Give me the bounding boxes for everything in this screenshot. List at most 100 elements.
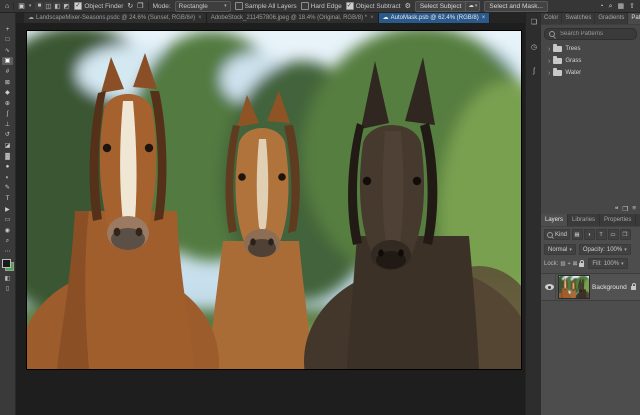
- tab-close-icon[interactable]: ×: [369, 15, 374, 21]
- select-subject-cloud-dropdown[interactable]: ☁ ▾: [466, 0, 481, 12]
- refresh-object-finder-button[interactable]: ↻: [127, 3, 133, 10]
- document-tab[interactable]: ☁ AutoMask.psb @ 62.4% (RGB/8) ×: [378, 12, 491, 23]
- object-finder-checkbox[interactable]: Object Finder: [74, 2, 123, 10]
- select-subject-button[interactable]: Select Subject: [414, 0, 467, 12]
- checkbox-box[interactable]: [345, 2, 354, 10]
- lock-all-icon[interactable]: [579, 259, 585, 267]
- hard-edge-checkbox[interactable]: Hard Edge: [300, 2, 342, 10]
- layer-row-background[interactable]: Background: [541, 273, 640, 301]
- checkbox-box[interactable]: [300, 2, 309, 10]
- gear-icon[interactable]: ⚙: [405, 3, 411, 10]
- layer-thumbnail[interactable]: [558, 275, 590, 299]
- layer-lock-icon[interactable]: [631, 283, 636, 290]
- object-selection-tool-preset-icon[interactable]: ▣: [18, 3, 25, 10]
- fill-dropdown[interactable]: Fill: 100% ▾: [588, 258, 628, 269]
- frame-tool[interactable]: ⊠: [2, 78, 13, 86]
- patterns-search-input[interactable]: [558, 30, 632, 38]
- object-selection-tool[interactable]: ▣: [2, 56, 13, 66]
- pattern-folder-row[interactable]: › Grass: [541, 55, 640, 67]
- dodge-tool[interactable]: ◐: [2, 173, 13, 181]
- document-tab[interactable]: ☁ LandscapeMixer-Seasons.psdc @ 24.6% (S…: [24, 12, 207, 23]
- search-icon[interactable]: ⌕: [609, 3, 613, 10]
- pasteboard[interactable]: [15, 23, 525, 415]
- lock-pixels-icon[interactable]: +: [568, 261, 571, 267]
- preset-panel-tab[interactable]: Swatches: [562, 12, 596, 24]
- history-panel-icon[interactable]: ◷: [531, 43, 537, 51]
- subtract-from-selection-icon[interactable]: ◧: [53, 2, 62, 10]
- move-tool[interactable]: +: [2, 25, 13, 33]
- checkbox-box[interactable]: [74, 2, 83, 10]
- home-button[interactable]: ⌂: [5, 3, 9, 10]
- color-swatches[interactable]: [1, 258, 14, 271]
- rectangular-marquee-tool[interactable]: □: [2, 36, 13, 44]
- pattern-folder-row[interactable]: › Water: [541, 67, 640, 79]
- new-selection-icon[interactable]: ■: [35, 2, 44, 10]
- spot-healing-brush-tool[interactable]: ⊕: [2, 99, 13, 107]
- help-icon[interactable]: ◔: [599, 3, 603, 10]
- panel-tab[interactable]: Libraries: [568, 214, 601, 226]
- preset-panel-tab[interactable]: Gradients: [595, 12, 629, 24]
- layer-visibility-cell[interactable]: [543, 274, 556, 300]
- expand-chevron-icon[interactable]: ›: [548, 58, 550, 65]
- tab-close-icon[interactable]: ×: [197, 15, 202, 21]
- pen-tool[interactable]: ✎: [2, 184, 13, 192]
- panel-tab[interactable]: Layers: [541, 214, 569, 226]
- foreground-color-swatch[interactable]: [1, 258, 11, 268]
- add-to-selection-icon[interactable]: ◫: [44, 2, 53, 10]
- filter-pixel-layers-icon[interactable]: ▦: [571, 229, 583, 240]
- hand-tool[interactable]: ◉: [2, 226, 13, 234]
- opacity-dropdown[interactable]: Opacity: 100% ▾: [578, 244, 631, 255]
- filter-type-layers-icon[interactable]: T: [595, 229, 607, 240]
- lasso-tool[interactable]: ∿: [2, 46, 13, 54]
- checkbox-box[interactable]: [234, 2, 243, 10]
- panel-tab[interactable]: Properties: [600, 214, 637, 226]
- sample-all-layers-checkbox[interactable]: Sample All Layers: [234, 2, 297, 10]
- shape-tool[interactable]: ▭: [2, 215, 13, 223]
- clone-stamp-tool[interactable]: ⊥: [2, 120, 13, 128]
- intersect-selection-icon[interactable]: ◩: [62, 2, 71, 10]
- history-brush-tool[interactable]: ↺: [2, 131, 13, 139]
- filter-kind-dropdown[interactable]: Kind: [544, 229, 571, 240]
- zoom-tool[interactable]: ⌕: [2, 237, 13, 245]
- brushes-panel-icon[interactable]: ʃ: [533, 68, 535, 75]
- tab-close-icon[interactable]: ×: [481, 15, 486, 21]
- gradient-tool[interactable]: ▓: [2, 152, 13, 160]
- preset-panel-tab[interactable]: Color: [541, 12, 563, 24]
- expand-chevron-icon[interactable]: ›: [548, 70, 550, 77]
- eyedropper-tool[interactable]: ◆: [2, 88, 13, 96]
- mode-dropdown[interactable]: Rectangle ▾: [174, 0, 231, 12]
- select-and-mask-button[interactable]: Select and Mask...: [484, 0, 548, 12]
- crop-tool[interactable]: #: [2, 67, 13, 75]
- preset-panel-tab[interactable]: Patterns: [628, 12, 640, 24]
- options-bar: ⌂ ▣ ▾ ■◫◧◩ Object Finder ↻ ❐ Mode: Recta…: [0, 0, 640, 13]
- comments-panel-icon[interactable]: ❝: [615, 205, 619, 213]
- show-all-objects-button[interactable]: ❐: [137, 3, 143, 10]
- device-preview-icon[interactable]: ❐: [622, 205, 628, 213]
- panel-menu-icon[interactable]: ≡: [632, 205, 636, 212]
- expand-chevron-icon[interactable]: ›: [548, 46, 550, 53]
- blend-mode-dropdown[interactable]: Normal ▾: [544, 244, 576, 255]
- filter-shape-layers-icon[interactable]: ▭: [607, 229, 619, 240]
- patterns-search-box[interactable]: [544, 28, 637, 40]
- eye-icon[interactable]: [544, 284, 554, 290]
- document-canvas[interactable]: [26, 30, 522, 370]
- path-selection-tool[interactable]: ▶: [2, 205, 13, 213]
- workspace-switcher-icon[interactable]: ▦: [618, 3, 625, 10]
- filter-adjustment-layers-icon[interactable]: ◑: [583, 229, 595, 240]
- object-subtract-checkbox[interactable]: Object Subtract: [345, 2, 401, 10]
- screen-mode-icon[interactable]: ▯: [6, 285, 9, 292]
- quick-mask-icon[interactable]: ◧: [5, 275, 11, 282]
- libraries-panel-icon[interactable]: ❏: [531, 18, 537, 26]
- edit-toolbar-ellipsis-icon[interactable]: ⋯: [5, 248, 11, 255]
- lock-position-icon[interactable]: ⊠: [573, 261, 578, 267]
- pattern-folder-row[interactable]: › Trees: [541, 43, 640, 55]
- blur-tool[interactable]: ●: [2, 163, 13, 171]
- eraser-tool[interactable]: ◪: [2, 141, 13, 149]
- filter-smart-objects-icon[interactable]: ❒: [619, 229, 631, 240]
- lock-transparency-icon[interactable]: ▨: [560, 261, 565, 267]
- type-tool[interactable]: T: [2, 194, 13, 202]
- tool-preset-caret-icon[interactable]: ▾: [29, 3, 32, 9]
- brush-tool[interactable]: ʃ: [2, 110, 13, 118]
- document-tab[interactable]: AdobeStock_211457806.jpeg @ 18.4% (Origi…: [206, 12, 379, 23]
- share-image-icon[interactable]: ⇧: [629, 3, 635, 10]
